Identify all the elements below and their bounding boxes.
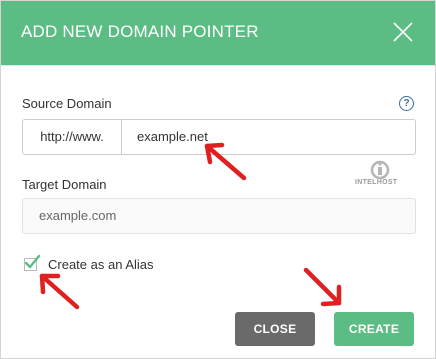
- source-domain-input[interactable]: example.net: [137, 120, 208, 154]
- close-button[interactable]: CLOSE: [235, 312, 315, 346]
- source-domain-prefix: http://www.: [23, 120, 122, 154]
- alias-checkbox-label: Create as an Alias: [48, 257, 154, 272]
- source-domain-label: Source Domain: [22, 96, 112, 111]
- dialog-header: ADD NEW DOMAIN POINTER: [1, 1, 435, 66]
- help-icon[interactable]: ?: [399, 96, 414, 111]
- close-icon[interactable]: [392, 21, 414, 43]
- watermark-text: INTELHOST: [355, 179, 398, 186]
- dialog-title: ADD NEW DOMAIN POINTER: [21, 22, 259, 41]
- add-domain-pointer-dialog: ADD NEW DOMAIN POINTER Source Domain ? h…: [0, 0, 436, 359]
- source-domain-input-group: http://www. example.net: [22, 119, 416, 155]
- target-domain-input[interactable]: example.com: [22, 198, 416, 234]
- target-domain-placeholder: example.com: [39, 208, 117, 223]
- alias-checkbox[interactable]: [24, 255, 40, 271]
- target-domain-label: Target Domain: [22, 177, 107, 192]
- create-button[interactable]: CREATE: [334, 312, 414, 346]
